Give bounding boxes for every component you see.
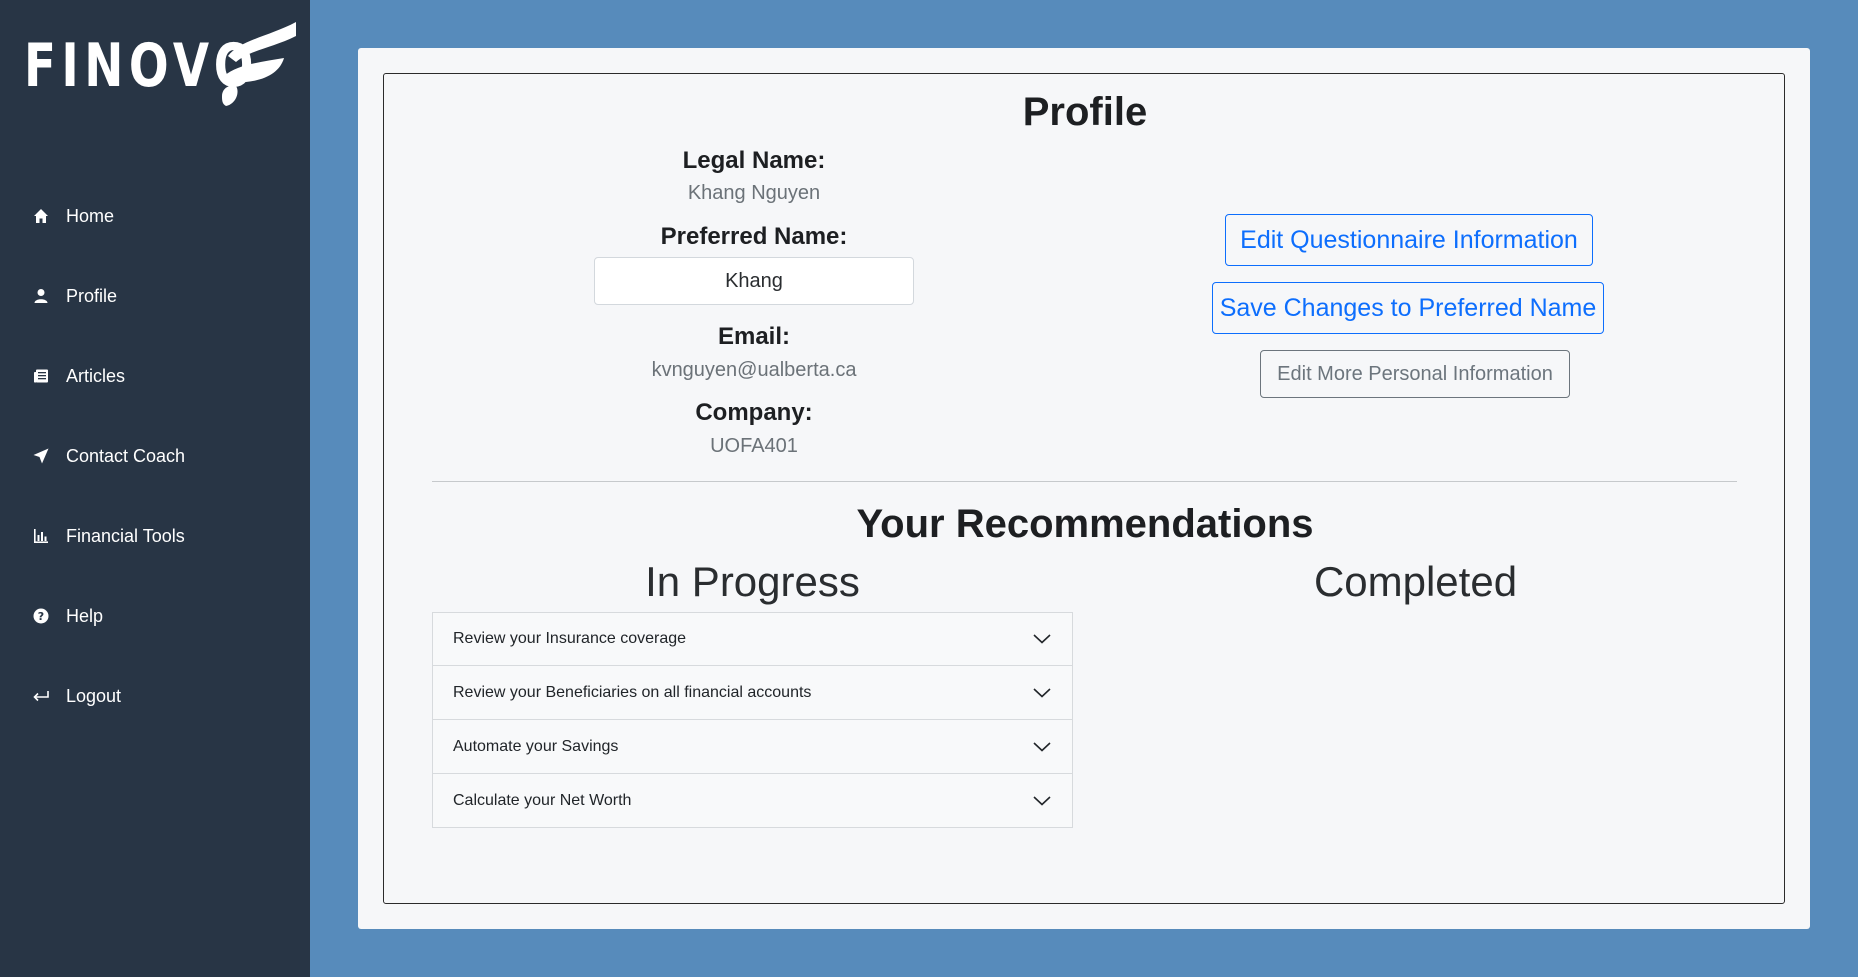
finovo-logo[interactable]: FINOVO bbox=[24, 18, 296, 114]
sidebar-item-label: Logout bbox=[66, 685, 122, 706]
legal-name-label: Legal Name: bbox=[682, 147, 826, 174]
chevron-down-icon bbox=[1032, 629, 1052, 649]
list-item[interactable]: Review your Insurance coverage bbox=[432, 612, 1073, 666]
section-divider bbox=[432, 481, 1737, 482]
logo-mark-icon bbox=[222, 22, 296, 106]
question-circle-icon: ? bbox=[32, 607, 50, 625]
page-title: Profile bbox=[1022, 90, 1148, 134]
sidebar: FINOVO Home Profile Articles Contact Coa… bbox=[0, 0, 310, 977]
sidebar-item-label: Articles bbox=[66, 365, 126, 386]
chevron-down-icon bbox=[1032, 683, 1052, 703]
sidebar-item-label: Contact Coach bbox=[66, 445, 186, 466]
in-progress-accordion: Review your Insurance coverage Review yo… bbox=[432, 612, 1073, 828]
sidebar-item-label: Financial Tools bbox=[66, 525, 185, 546]
bar-chart-icon bbox=[32, 527, 50, 545]
chevron-down-icon bbox=[1032, 791, 1052, 811]
logout-arrow-icon bbox=[32, 687, 50, 705]
sidebar-item-contact-coach[interactable]: Contact Coach bbox=[0, 416, 310, 496]
preferred-name-label: Preferred Name: bbox=[660, 223, 848, 250]
recommendation-label: Review your Beneficiaries on all financi… bbox=[453, 683, 812, 701]
paper-plane-icon bbox=[32, 447, 50, 465]
sidebar-item-home[interactable]: Home bbox=[0, 176, 310, 256]
sidebar-item-label: Profile bbox=[66, 285, 118, 306]
edit-questionnaire-button[interactable]: Edit Questionnaire Information bbox=[1225, 214, 1593, 266]
completed-title: Completed bbox=[1313, 558, 1518, 605]
save-preferred-name-button[interactable]: Save Changes to Preferred Name bbox=[1212, 282, 1604, 334]
company-label: Company: bbox=[695, 399, 813, 426]
svg-text:?: ? bbox=[38, 610, 44, 623]
chevron-down-icon bbox=[1032, 737, 1052, 757]
sidebar-item-profile[interactable]: Profile bbox=[0, 256, 310, 336]
profile-card: Profile Legal Name: Khang Nguyen Preferr… bbox=[358, 48, 1810, 929]
home-icon bbox=[32, 207, 50, 225]
newspaper-icon bbox=[32, 367, 50, 385]
list-item[interactable]: Automate your Savings bbox=[432, 720, 1073, 774]
recommendations-title: Your Recommendations bbox=[856, 502, 1314, 546]
sidebar-item-articles[interactable]: Articles bbox=[0, 336, 310, 416]
edit-personal-info-button[interactable]: Edit More Personal Information bbox=[1260, 350, 1570, 398]
preferred-name-input[interactable] bbox=[594, 257, 914, 305]
list-item[interactable]: Calculate your Net Worth bbox=[432, 774, 1073, 828]
company-value: UOFA401 bbox=[710, 435, 798, 457]
profile-panel: Profile Legal Name: Khang Nguyen Preferr… bbox=[383, 73, 1785, 904]
sidebar-item-logout[interactable]: Logout bbox=[0, 656, 310, 736]
in-progress-title: In Progress bbox=[645, 558, 860, 605]
recommendation-label: Review your Insurance coverage bbox=[453, 630, 687, 647]
sidebar-item-label: Home bbox=[66, 205, 115, 226]
recommendation-label: Automate your Savings bbox=[453, 737, 619, 755]
sidebar-nav: Home Profile Articles Contact Coach Fina… bbox=[0, 176, 310, 736]
recommendation-label: Calculate your Net Worth bbox=[453, 791, 632, 809]
user-icon bbox=[32, 287, 50, 305]
list-item[interactable]: Review your Beneficiaries on all financi… bbox=[432, 666, 1073, 720]
email-label: Email: bbox=[717, 323, 791, 350]
legal-name-value: Khang Nguyen bbox=[687, 182, 821, 204]
sidebar-item-label: Help bbox=[66, 605, 104, 626]
sidebar-item-financial-tools[interactable]: Financial Tools bbox=[0, 496, 310, 576]
sidebar-item-help[interactable]: ? Help bbox=[0, 576, 310, 656]
email-value: kvnguyen@ualberta.ca bbox=[651, 359, 857, 381]
